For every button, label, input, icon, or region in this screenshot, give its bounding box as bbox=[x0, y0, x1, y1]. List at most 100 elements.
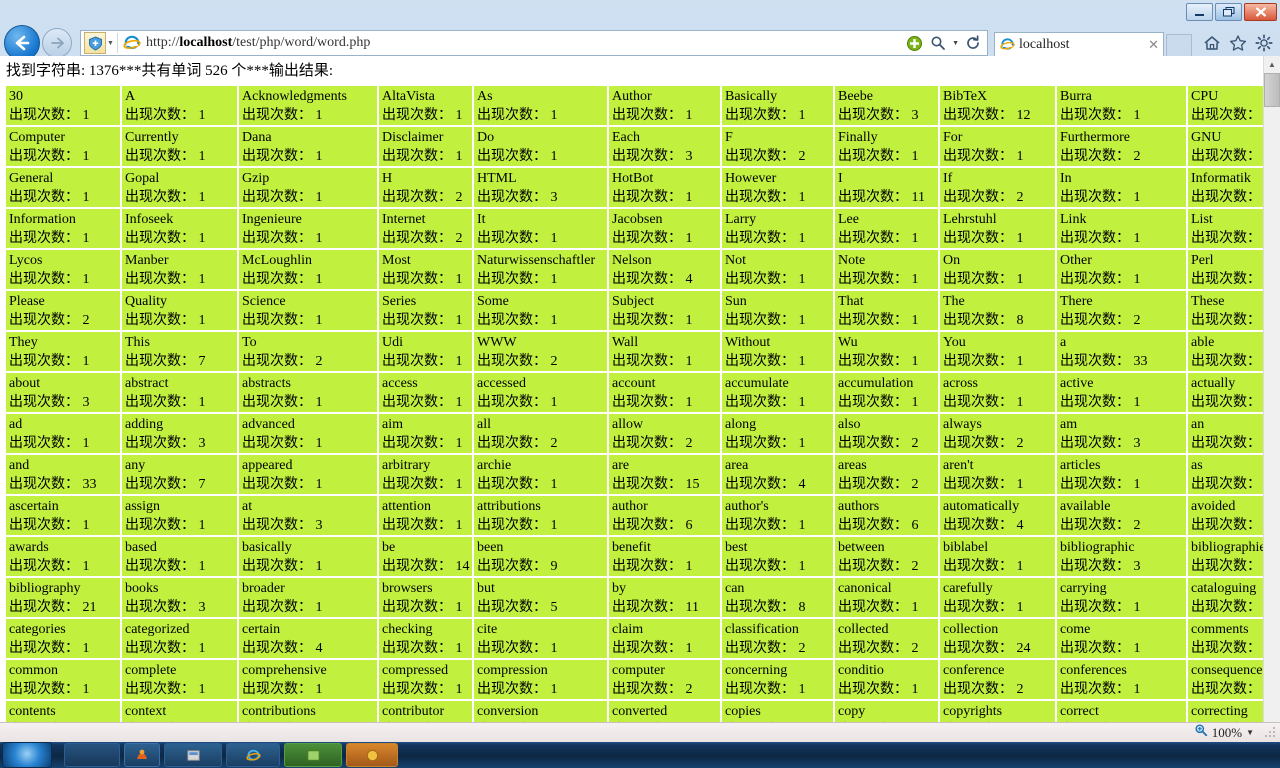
word-cell: HTML 出现次数： 3 bbox=[474, 168, 607, 207]
word-count: 出现次数： 1 bbox=[1191, 354, 1264, 369]
word-label: Finally bbox=[838, 130, 878, 145]
taskbar-item-3[interactable] bbox=[164, 743, 222, 767]
word-label: conversion bbox=[477, 704, 539, 719]
word-label: abstracts bbox=[242, 376, 291, 391]
word-count: 出现次数： 3 bbox=[242, 518, 323, 533]
word-label: a bbox=[1060, 335, 1067, 350]
address-divider bbox=[116, 33, 118, 53]
word-label: You bbox=[943, 335, 966, 350]
word-cell: advanced 出现次数： 1 bbox=[239, 414, 377, 453]
compatibility-dropdown-caret[interactable]: ▼ bbox=[107, 40, 114, 47]
minimize-button[interactable] bbox=[1186, 3, 1213, 21]
word-count: 出现次数： 1 bbox=[9, 272, 90, 287]
gear-icon[interactable] bbox=[1254, 33, 1274, 53]
word-label: are bbox=[612, 458, 630, 473]
word-cell: by 出现次数： 11 bbox=[609, 578, 720, 617]
address-bar[interactable]: ▼ http://localhost/test/php/word/word.ph… bbox=[80, 30, 988, 56]
word-cell: H 出现次数： 2 bbox=[379, 168, 472, 207]
word-count: 出现次数： 8 bbox=[725, 600, 806, 615]
close-button[interactable] bbox=[1244, 3, 1277, 21]
word-count: 出现次数： 1 bbox=[382, 149, 463, 164]
star-icon[interactable] bbox=[1228, 33, 1248, 53]
start-button[interactable] bbox=[2, 742, 52, 768]
word-count: 出现次数： 1 bbox=[943, 477, 1024, 492]
word-count: 出现次数： 1 bbox=[725, 682, 806, 697]
word-label: Other bbox=[1060, 253, 1092, 268]
compatibility-view-icon[interactable] bbox=[84, 32, 106, 54]
word-label: If bbox=[943, 171, 953, 186]
word-count: 出现次数： 1 bbox=[477, 149, 558, 164]
word-label: benefit bbox=[612, 540, 651, 555]
word-label: basically bbox=[242, 540, 292, 555]
word-count: 出现次数： 2 bbox=[838, 559, 919, 574]
word-cell: This 出现次数： 7 bbox=[122, 332, 237, 371]
word-cell: For 出现次数： 1 bbox=[940, 127, 1055, 166]
word-cell: categorized 出现次数： 1 bbox=[122, 619, 237, 658]
word-count: 出现次数： 2 bbox=[943, 436, 1024, 451]
word-count: 出现次数： 1 bbox=[725, 559, 806, 574]
word-cell: benefit 出现次数： 1 bbox=[609, 537, 720, 576]
word-cell: am 出现次数： 3 bbox=[1057, 414, 1186, 453]
search-magnifier-icon[interactable] bbox=[928, 33, 948, 53]
zoom-dropdown-caret[interactable]: ▼ bbox=[1246, 728, 1254, 737]
word-count: 出现次数： 1 bbox=[9, 354, 90, 369]
taskbar-item-5[interactable] bbox=[284, 743, 342, 767]
word-label: context bbox=[125, 704, 167, 719]
resize-grip[interactable] bbox=[1264, 727, 1276, 739]
maximize-button[interactable] bbox=[1215, 3, 1242, 21]
word-cell: bibliography 出现次数： 21 bbox=[6, 578, 120, 617]
word-count: 出现次数： 1 bbox=[9, 518, 90, 533]
tab-localhost[interactable]: localhost ✕ bbox=[994, 32, 1164, 56]
tab-close-icon[interactable]: ✕ bbox=[1148, 37, 1159, 53]
word-label: compressed bbox=[382, 663, 449, 678]
word-count: 出现次数： 2 bbox=[725, 641, 806, 656]
compatibility-green-icon[interactable] bbox=[904, 33, 924, 53]
taskbar-item-1[interactable] bbox=[64, 743, 120, 767]
word-cell: Lycos 出现次数： 1 bbox=[6, 250, 120, 289]
word-count: 出现次数： 1 bbox=[242, 600, 323, 615]
word-cell: attributions 出现次数： 1 bbox=[474, 496, 607, 535]
word-count: 出现次数： 33 bbox=[9, 477, 97, 492]
word-cell: Lee 出现次数： 1 bbox=[835, 209, 938, 248]
word-count: 出现次数： 1 bbox=[242, 272, 323, 287]
word-frequency-table: 30 出现次数： 1 A 出现次数： 1 Acknowledgments 出现次数： 1 A… bbox=[4, 84, 1264, 742]
word-label: archie bbox=[477, 458, 512, 473]
scroll-up-button[interactable]: ▲ bbox=[1264, 56, 1280, 73]
word-count: 出现次数： 1 bbox=[477, 477, 558, 492]
word-count: 出现次数： 14 bbox=[382, 559, 470, 574]
word-label: advanced bbox=[242, 417, 295, 432]
word-label: HTML bbox=[477, 171, 517, 186]
vertical-scrollbar[interactable]: ▲ ▼ bbox=[1263, 56, 1280, 742]
word-label: and bbox=[9, 458, 30, 473]
word-cell: biblabel 出现次数： 1 bbox=[940, 537, 1055, 576]
word-cell: categories 出现次数： 1 bbox=[6, 619, 120, 658]
word-cell: Computer 出现次数： 1 bbox=[6, 127, 120, 166]
scrollbar-thumb[interactable] bbox=[1264, 73, 1280, 107]
word-count: 出现次数： 1 bbox=[1191, 518, 1264, 533]
new-tab-button[interactable] bbox=[1166, 34, 1192, 56]
home-icon[interactable] bbox=[1202, 33, 1222, 53]
word-cell: canonical 出现次数： 1 bbox=[835, 578, 938, 617]
word-label: across bbox=[943, 376, 978, 391]
table-row: ascertain 出现次数： 1 assign 出现次数： 1 at 出现次数： 3 at… bbox=[6, 496, 1264, 535]
taskbar-item-6[interactable] bbox=[346, 743, 398, 767]
word-cell: Wu 出现次数： 1 bbox=[835, 332, 938, 371]
word-cell: Basically 出现次数： 1 bbox=[722, 86, 833, 125]
word-label: Note bbox=[838, 253, 866, 268]
word-label: Most bbox=[382, 253, 411, 268]
forward-button[interactable] bbox=[42, 28, 72, 58]
word-count: 出现次数： 1 bbox=[1060, 272, 1141, 287]
word-count: 出现次数： 3 bbox=[477, 190, 558, 205]
word-label: an bbox=[1191, 417, 1205, 432]
taskbar-item-4[interactable] bbox=[226, 743, 280, 767]
taskbar-item-2[interactable] bbox=[124, 743, 160, 767]
word-label: consequence bbox=[1191, 663, 1263, 678]
search-dropdown-caret[interactable]: ▼ bbox=[952, 40, 959, 47]
word-cell: Note 出现次数： 1 bbox=[835, 250, 938, 289]
word-label: allow bbox=[612, 417, 644, 432]
word-label: contributor bbox=[382, 704, 445, 719]
refresh-icon[interactable] bbox=[963, 33, 983, 53]
url-text[interactable]: http://localhost/test/php/word/word.php bbox=[146, 35, 904, 51]
word-cell: That 出现次数： 1 bbox=[835, 291, 938, 330]
word-label: correct bbox=[1060, 704, 1099, 719]
